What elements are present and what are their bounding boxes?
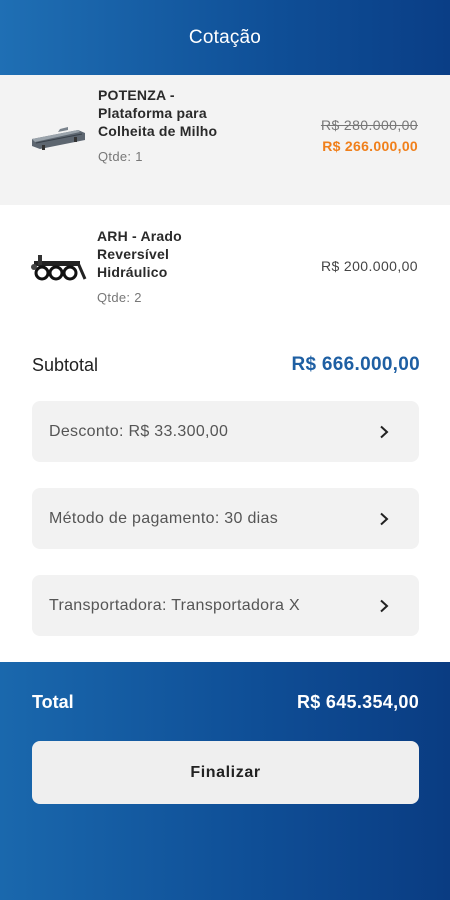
total-row: Total R$ 645.354,00 [32,692,419,713]
payment-method-label: Método de pagamento: 30 dias [49,509,279,527]
app-header: Cotação [0,0,450,75]
subtotal-value: R$ 666.000,00 [291,354,420,375]
checkout-footer: Total R$ 645.354,00 Finalizar [0,662,450,900]
carrier-label: Transportadora: Transportadora X [49,596,300,614]
page-title: Cotação [188,26,262,48]
carrier-option[interactable]: Transportadora: Transportadora X [32,575,419,636]
payment-method-option[interactable]: Método de pagamento: 30 dias [32,488,419,549]
item-price: R$ 200.000,00 [320,258,418,274]
item-original-price: R$ 280.000,00 [320,117,418,133]
chevron-right-icon [380,512,389,525]
discount-label: Desconto: R$ 33.300,00 [49,422,229,440]
item-name: POTENZA - Plataforma para Colheita de Mi… [98,87,218,139]
total-value: R$ 645.354,00 [297,692,419,712]
cart-item[interactable]: POTENZA - Plataforma para Colheita de Mi… [0,75,450,205]
cart-item[interactable]: ARH - Arado Reversível Hidráulico Qtde: … [0,205,450,330]
discount-option[interactable]: Desconto: R$ 33.300,00 [32,401,419,462]
item-discounted-price: R$ 266.000,00 [322,138,418,154]
chevron-right-icon [380,425,389,438]
subtotal-row: Subtotal R$ 666.000,00 [32,352,420,378]
subtotal-label: Subtotal [32,354,99,375]
finish-button[interactable]: Finalizar [32,741,419,804]
item-quantity: Qtde: 1 [98,149,143,164]
item-quantity: Qtde: 2 [97,290,142,305]
chevron-right-icon [380,599,389,612]
plow-image [31,255,87,281]
harvest-platform-image [32,127,85,150]
item-name: ARH - Arado Reversível Hidráulico [97,228,182,280]
total-label: Total [32,692,74,712]
